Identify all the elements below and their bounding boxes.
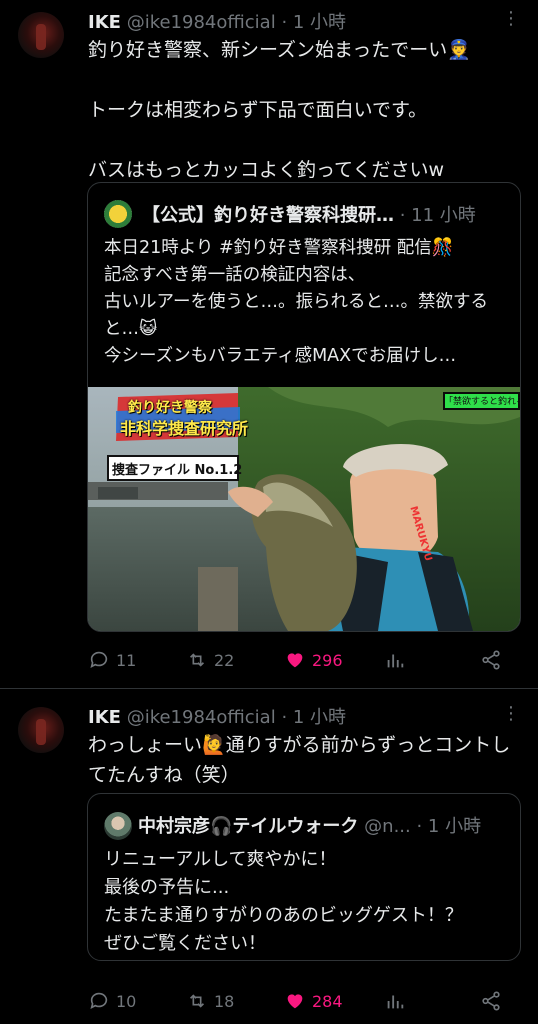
author-name[interactable]: IKE <box>88 707 121 728</box>
author-handle[interactable]: @ike1984official <box>127 707 276 728</box>
tweet-text: わっしょーい🙋通りすがる前からずっとコントしてたんすね（笑） <box>88 734 511 786</box>
heart-icon <box>287 653 303 668</box>
quoted-tweet[interactable]: 中村宗彦🎧テイルウォーク @n... · 1 小時 リニューアルして爽やかに！ … <box>87 793 521 961</box>
author-handle[interactable]: @ike1984official <box>127 12 276 33</box>
quoted-author-name: 【公式】釣り好き警察科捜研… <box>142 205 394 226</box>
media-title-line2: 非科学捜査研究所 <box>120 419 249 438</box>
tweet-text: 釣り好き警察、新シーズン始まったでーい👮 トークは相変わらず下品で面白いです。 … <box>88 39 471 181</box>
retweet-icon <box>189 994 205 1008</box>
quoted-text: リニューアルして爽やかに！ 最後の予告に... たまたま通りすがりのあのビッグゲ… <box>104 849 463 954</box>
heart-icon <box>287 994 303 1009</box>
tweet-header: IKE @ike1984official · 1 小時 <box>88 8 346 34</box>
reply-icon <box>90 992 108 1009</box>
media-banner: 「禁欲すると釣れる」検証中 <box>444 397 520 407</box>
tweet-1[interactable]: IKE @ike1984official · 1 小時 ⋮ 釣り好き警察、新シー… <box>0 0 538 688</box>
retweet-count: 18 <box>214 991 235 1011</box>
share-button[interactable] <box>480 986 502 1016</box>
retweet-button[interactable]: 22 <box>186 645 234 675</box>
quoted-time: · 11 小時 <box>399 205 476 226</box>
more-options-icon[interactable]: ⋮ <box>500 703 522 725</box>
views-button[interactable] <box>384 645 406 675</box>
quoted-author-avatar <box>104 812 132 840</box>
quoted-author-name: 中村宗彦🎧テイルウォーク <box>138 816 359 837</box>
views-button[interactable] <box>384 986 406 1016</box>
quoted-header: 中村宗彦🎧テイルウォーク @n... · 1 小時 <box>138 812 481 838</box>
tweet-actions: 11 22 296 <box>88 645 508 675</box>
reply-count: 10 <box>116 991 137 1011</box>
author-avatar[interactable] <box>18 12 64 58</box>
retweet-icon <box>189 653 205 667</box>
like-count: 284 <box>312 991 343 1011</box>
views-icon <box>387 995 404 1009</box>
reply-button[interactable]: 11 <box>88 645 136 675</box>
tweet-2[interactable]: IKE @ike1984official · 1 小時 ⋮ わっしょーい🙋通りす… <box>0 689 538 1024</box>
author-name[interactable]: IKE <box>88 12 121 33</box>
quoted-tweet[interactable]: 【公式】釣り好き警察科捜研… · 11 小時 本日21時より #釣り好き警察科捜… <box>87 182 521 632</box>
like-count: 296 <box>312 650 343 670</box>
tweet-time[interactable]: · 1 小時 <box>281 12 346 33</box>
like-button[interactable]: 296 <box>284 645 343 675</box>
tweet-time[interactable]: · 1 小時 <box>281 707 346 728</box>
share-button[interactable] <box>480 645 502 675</box>
quoted-author-avatar <box>104 200 132 228</box>
views-icon <box>387 654 404 668</box>
share-icon <box>482 650 500 670</box>
reply-button[interactable]: 10 <box>88 986 136 1016</box>
share-icon <box>482 991 500 1011</box>
tweet-header: IKE @ike1984official · 1 小時 <box>88 703 346 729</box>
media-title-line1: 釣り好き警察 <box>128 400 212 416</box>
tweet-actions: 10 18 284 <box>88 986 508 1016</box>
more-options-icon[interactable]: ⋮ <box>500 8 522 30</box>
tweet-media-image[interactable]: 釣り好き警察 非科学捜査研究所 捜査ファイル No.1.2 「禁欲すると釣れる」… <box>88 387 520 631</box>
quoted-handle: @n... <box>364 816 411 837</box>
reply-count: 11 <box>116 650 137 670</box>
media-file-label: 捜査ファイル No.1.2 <box>112 463 243 478</box>
quoted-text: 本日21時より #釣り好き警察科捜研 配信🎊 記念すべき第一話の検証内容は、 古… <box>104 238 488 366</box>
like-button[interactable]: 284 <box>284 986 343 1016</box>
author-avatar[interactable] <box>18 707 64 753</box>
retweet-count: 22 <box>214 650 235 670</box>
quoted-time: · 1 小時 <box>416 816 482 837</box>
reply-icon <box>90 651 108 668</box>
retweet-button[interactable]: 18 <box>186 986 234 1016</box>
quoted-header: 【公式】釣り好き警察科捜研… · 11 小時 <box>142 201 476 227</box>
